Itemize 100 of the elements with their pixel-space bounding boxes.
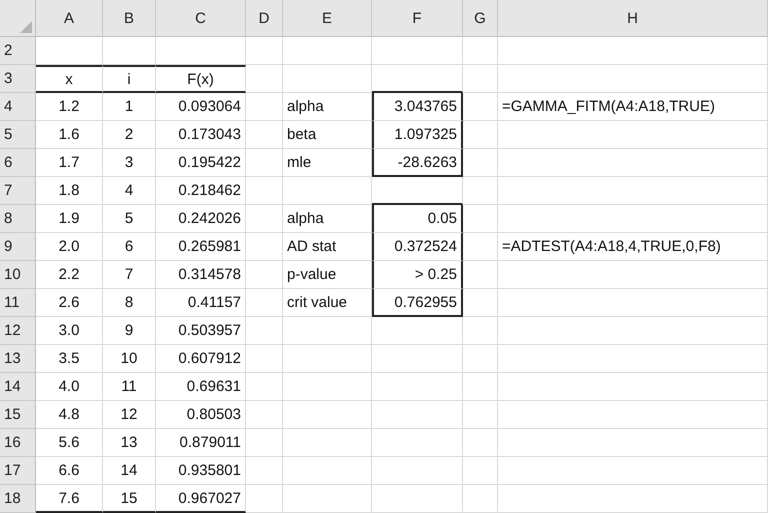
table-cell: 3.5 [36, 345, 103, 373]
row-header[interactable]: 6 [0, 149, 36, 177]
table-cell: alpha [283, 93, 372, 121]
table-cell: beta [283, 121, 372, 149]
row-header[interactable]: 13 [0, 345, 36, 373]
column-header[interactable]: F [372, 0, 463, 37]
empty-cell [463, 149, 498, 177]
empty-cell [463, 457, 498, 485]
row-header[interactable]: 14 [0, 373, 36, 401]
empty-cell [463, 317, 498, 345]
table-cell: 0.265981 [156, 233, 246, 261]
table-cell: 0.372524 [372, 233, 463, 261]
row-header[interactable]: 9 [0, 233, 36, 261]
table-cell: 3.0 [36, 317, 103, 345]
table-cell: 0.218462 [156, 177, 246, 205]
empty-cell [463, 401, 498, 429]
table-cell: 2.2 [36, 261, 103, 289]
empty-cell [246, 261, 283, 289]
empty-cell [246, 345, 283, 373]
empty-cell [103, 37, 156, 65]
table-cell: 1 [103, 93, 156, 121]
table-cell: 1.6 [36, 121, 103, 149]
table-cell: 3.043765 [372, 93, 463, 121]
empty-cell [246, 429, 283, 457]
empty-cell [246, 65, 283, 93]
table-cell: AD stat [283, 233, 372, 261]
empty-cell [463, 289, 498, 317]
table-cell: 7 [103, 261, 156, 289]
empty-cell [246, 93, 283, 121]
row-header[interactable]: 4 [0, 93, 36, 121]
table-cell: crit value [283, 289, 372, 317]
column-header[interactable]: D [246, 0, 283, 37]
table-cell: 0.879011 [156, 429, 246, 457]
row-header[interactable]: 16 [0, 429, 36, 457]
column-header[interactable]: E [283, 0, 372, 37]
column-header[interactable]: G [463, 0, 498, 37]
row-header[interactable]: 2 [0, 37, 36, 65]
row-header[interactable]: 7 [0, 177, 36, 205]
table-cell: 4.0 [36, 373, 103, 401]
table-cell: -28.6263 [372, 149, 463, 177]
table-cell: 12 [103, 401, 156, 429]
table-cell: 0.314578 [156, 261, 246, 289]
empty-cell [246, 121, 283, 149]
table-cell: 8 [103, 289, 156, 317]
table-cell: i [103, 65, 156, 93]
table-cell: 11 [103, 373, 156, 401]
select-all-icon[interactable] [20, 21, 32, 33]
table-cell: 0.503957 [156, 317, 246, 345]
table-cell: 15 [103, 485, 156, 513]
table-cell: mle [283, 149, 372, 177]
empty-cell [463, 205, 498, 233]
table-cell: 0.607912 [156, 345, 246, 373]
row-header[interactable]: 15 [0, 401, 36, 429]
table-cell: 0.935801 [156, 457, 246, 485]
empty-cell [463, 121, 498, 149]
table-cell: 0.967027 [156, 485, 246, 513]
table-cell: > 0.25 [372, 261, 463, 289]
table-cell: 4.8 [36, 401, 103, 429]
column-header[interactable]: H [498, 0, 768, 37]
table-cell: 5.6 [36, 429, 103, 457]
empty-cell [463, 373, 498, 401]
row-header[interactable]: 5 [0, 121, 36, 149]
table-cell: 0.762955 [372, 289, 463, 317]
empty-cell [246, 37, 283, 65]
table-cell: 0.093064 [156, 93, 246, 121]
empty-cell [463, 93, 498, 121]
table-cell: 9 [103, 317, 156, 345]
column-header[interactable]: C [156, 0, 246, 37]
table-cell: x [36, 65, 103, 93]
row-header[interactable]: 3 [0, 65, 36, 93]
row-header[interactable]: 17 [0, 457, 36, 485]
empty-cell [246, 401, 283, 429]
empty-cell [246, 373, 283, 401]
empty-cell [246, 317, 283, 345]
column-header[interactable]: B [103, 0, 156, 37]
table-cell: =GAMMA_FITM(A4:A18,TRUE) [498, 93, 768, 121]
table-cell: alpha [283, 205, 372, 233]
row-header[interactable]: 8 [0, 205, 36, 233]
table-cell: 0.195422 [156, 149, 246, 177]
table-cell: 14 [103, 457, 156, 485]
empty-cell [463, 37, 498, 65]
row-header[interactable]: 10 [0, 261, 36, 289]
table-cell: 0.05 [372, 205, 463, 233]
row-header[interactable]: 11 [0, 289, 36, 317]
table-cell: 6.6 [36, 457, 103, 485]
table-cell: 2.6 [36, 289, 103, 317]
table-cell: 1.8 [36, 177, 103, 205]
table-cell: 1.2 [36, 93, 103, 121]
table-cell: 0.80503 [156, 401, 246, 429]
table-cell: 3 [103, 149, 156, 177]
table-cell: 0.69631 [156, 373, 246, 401]
empty-cell [246, 233, 283, 261]
table-cell: 10 [103, 345, 156, 373]
row-header[interactable]: 18 [0, 485, 36, 513]
empty-cell [246, 205, 283, 233]
empty-cell [463, 429, 498, 457]
table-cell: p-value [283, 261, 372, 289]
column-header[interactable]: A [36, 0, 103, 37]
row-header[interactable]: 12 [0, 317, 36, 345]
table-cell: 5 [103, 205, 156, 233]
